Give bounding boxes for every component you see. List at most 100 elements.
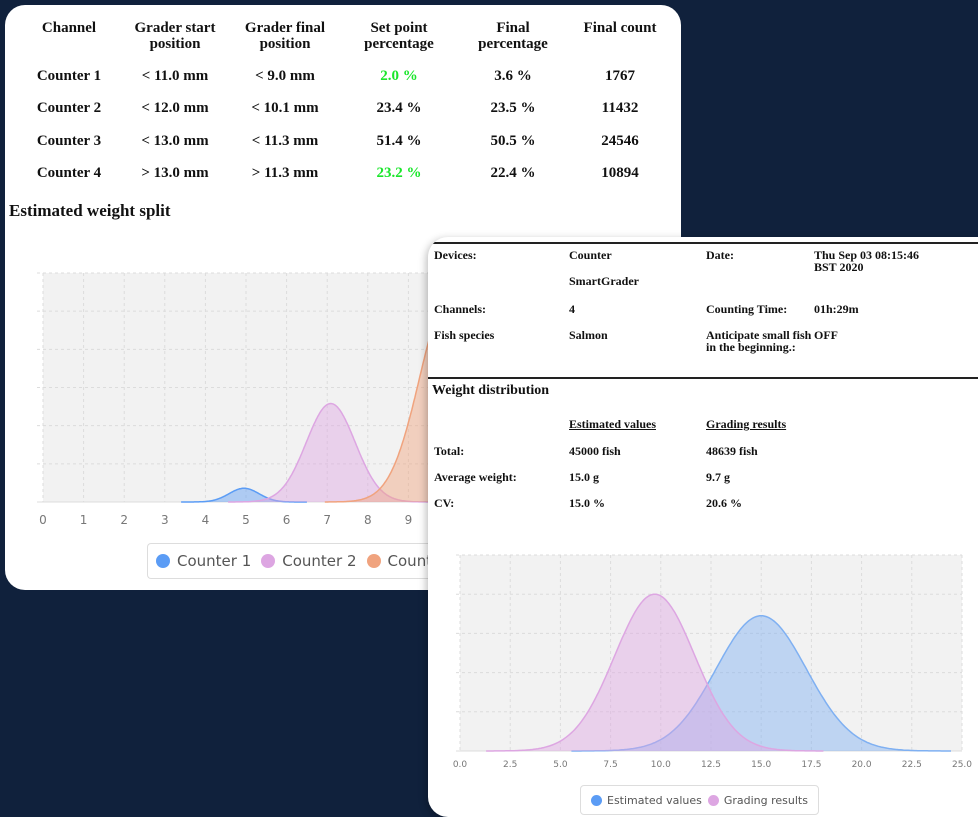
x-tick-label: 9	[405, 513, 413, 527]
column-header-line: percentage	[478, 36, 548, 52]
table-cell-final: < 11.3 mm	[251, 133, 319, 149]
table-cell-start: < 11.0 mm	[141, 68, 209, 84]
date-value-2: BST 2020	[814, 260, 864, 274]
column-header: Final percentage	[453, 20, 573, 52]
x-tick-label: 17.5	[801, 760, 821, 770]
total-grading: 48639 fish	[706, 444, 758, 458]
column-header: Grader final position	[225, 20, 345, 52]
x-tick-label: 1	[80, 513, 88, 527]
table-cell-final-pct: 50.5 %	[490, 133, 536, 149]
x-tick-label: 25.0	[952, 760, 972, 770]
table-cell-channel: Counter 4	[36, 165, 102, 181]
legend-label: Counter 2	[282, 552, 357, 570]
column-header-line: position	[259, 36, 311, 52]
column-header-line: Final count	[583, 20, 657, 36]
table-cell-start: < 12.0 mm	[141, 100, 209, 116]
table-cell-final-pct: 3.6 %	[494, 68, 532, 84]
cv-estimated: 15.0 %	[569, 496, 605, 510]
mid-divider	[428, 377, 978, 379]
avg-weight-label: Average weight:	[434, 470, 517, 484]
table-cell-set-point: 23.4 %	[376, 100, 422, 116]
x-tick-label: 6	[283, 513, 291, 527]
legend-item-counter-1[interactable]: Counter 1	[156, 552, 251, 570]
avg-weight-grading: 9.7 g	[706, 470, 730, 484]
column-header-line: Grader start	[134, 20, 216, 36]
cv-grading: 20.6 %	[706, 496, 742, 510]
table-cell-start: < 13.0 mm	[141, 133, 209, 149]
devices-value-1: Counter	[569, 248, 612, 262]
table-cell-final: > 11.3 mm	[251, 165, 319, 181]
column-header-line: Grader final	[244, 20, 326, 36]
legend-swatch-icon	[707, 794, 719, 806]
x-tick-label: 0.0	[453, 760, 468, 770]
legend-swatch-icon	[366, 554, 381, 568]
anticipate-label-2: in the beginning.:	[706, 340, 796, 354]
legend-item-counter-2[interactable]: Counter 2	[261, 552, 357, 570]
avg-weight-estimated: 15.0 g	[569, 470, 599, 484]
legend-item-grading[interactable]: Grading results	[707, 793, 808, 807]
anticipate-value: OFF	[814, 328, 838, 342]
table-cell-set-point: 51.4 %	[376, 133, 422, 149]
weight-distribution-legend: Estimated values Grading results	[580, 785, 819, 815]
x-tick-label: 15.0	[751, 760, 771, 770]
x-tick-label: 7.5	[603, 760, 617, 770]
x-tick-label: 5.0	[553, 760, 568, 770]
legend-swatch-icon	[261, 554, 276, 568]
device-report-card: Devices: Counter SmartGrader Date: Thu S…	[428, 237, 978, 817]
x-tick-label: 2	[120, 513, 128, 527]
species-label: Fish species	[434, 328, 495, 342]
weight-distribution-title: Weight distribution	[432, 383, 550, 398]
x-tick-label: 5	[242, 513, 250, 527]
weight-split-legend: Counter 1 Counter 2 Counter	[147, 543, 456, 579]
date-label: Date:	[706, 248, 734, 262]
weight-split-title: Estimated weight split	[9, 201, 171, 220]
x-tick-label: 8	[364, 513, 372, 527]
column-header: Channel	[9, 20, 129, 36]
counting-time-value: 01h:29m	[814, 302, 859, 316]
column-header: Final count	[560, 20, 680, 36]
table-cell-count: 24546	[601, 133, 639, 149]
column-header-line: Final	[496, 20, 530, 36]
devices-label: Devices:	[434, 248, 477, 262]
weight-distribution-chart: 0.0 2.5 5.0 7.5 10.0 12.5 15.0 17.5 20.0 22.5 25.0	[453, 554, 972, 770]
x-tick-label: 12.5	[701, 760, 721, 770]
legend-label: Grading results	[723, 793, 808, 807]
x-tick-label: 0	[39, 513, 47, 527]
column-header: Set point percentage	[339, 20, 459, 52]
table-cell-count: 11432	[601, 100, 639, 116]
col-estimated-header: Estimated values	[569, 417, 656, 431]
x-tick-label: 4	[202, 513, 210, 527]
table-cell-final-pct: 23.5 %	[490, 100, 536, 116]
x-tick-label: 7	[323, 513, 331, 527]
total-estimated: 45000 fish	[569, 444, 621, 458]
channels-label: Channels:	[434, 302, 487, 316]
counting-time-label: Counting Time:	[706, 302, 788, 316]
column-header-line: position	[149, 36, 201, 52]
top-divider	[428, 242, 978, 244]
table-cell-channel: Counter 1	[36, 68, 102, 84]
legend-item-estimated[interactable]: Estimated values	[591, 794, 702, 807]
legend-label: Counter 1	[177, 552, 252, 570]
table-cell-set-point: 2.0 %	[380, 68, 418, 84]
column-header-line: percentage	[364, 36, 434, 52]
legend-label: Estimated values	[607, 793, 702, 807]
x-tick-label: 22.5	[902, 760, 922, 770]
table-cell-channel: Counter 3	[36, 133, 102, 149]
x-tick-label: 20.0	[852, 760, 872, 770]
table-cell-count: 10894	[601, 165, 639, 181]
column-header: Grader start position	[115, 20, 235, 52]
species-value: Salmon	[569, 328, 608, 342]
legend-swatch-icon	[591, 794, 602, 806]
table-cell-start: > 13.0 mm	[141, 165, 209, 181]
table-cell-final: < 9.0 mm	[255, 68, 315, 84]
table-cell-final-pct: 22.4 %	[490, 165, 536, 181]
legend-swatch-icon	[156, 554, 170, 568]
devices-value-2: SmartGrader	[569, 274, 639, 288]
channels-value: 4	[569, 302, 575, 316]
table-cell-count: 1767	[605, 68, 635, 84]
total-label: Total:	[434, 444, 465, 458]
table-cell-final: < 10.1 mm	[251, 100, 319, 116]
table-cell-set-point: 23.2 %	[376, 165, 422, 181]
x-tick-label: 3	[161, 513, 169, 527]
table-cell-channel: Counter 2	[36, 100, 102, 116]
